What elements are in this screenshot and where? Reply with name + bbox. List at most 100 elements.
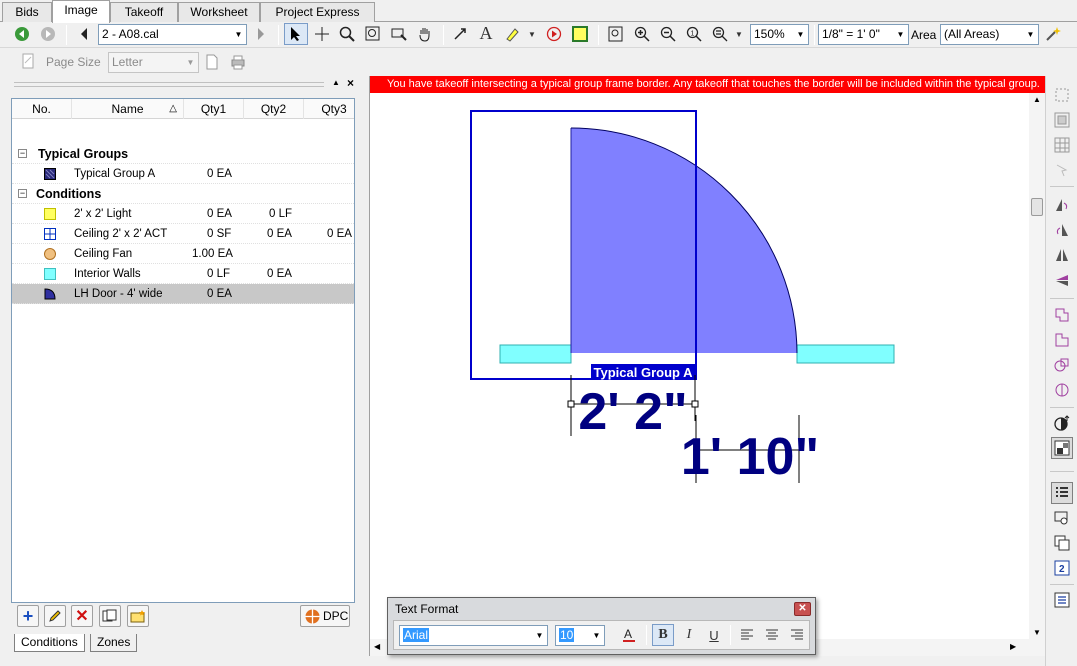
list-view-icon[interactable] [1051,482,1073,504]
underline-button[interactable]: U [704,625,724,645]
column-qty3[interactable]: Qty3 [304,99,364,119]
rotate-left-icon[interactable] [1051,194,1073,216]
table-row[interactable]: Interior Walls 0 LF 0 EA [12,264,354,284]
record-icon[interactable] [544,24,564,44]
pan-hand-icon[interactable] [415,24,435,44]
zoom-icon[interactable] [337,24,357,44]
table-row[interactable]: Ceiling Fan 1.00 EA [12,244,354,264]
zoom-actual-icon[interactable]: 1 [684,24,704,44]
table-row[interactable]: Ceiling 2' x 2' ACT 0 SF 0 EA 0 EA [12,224,354,244]
shape-merge-icon[interactable] [1051,379,1073,401]
area-fill-icon[interactable] [1051,109,1073,131]
shape-add-icon[interactable] [1051,304,1073,326]
forward-icon[interactable] [38,24,58,44]
highlighter-icon[interactable] [502,24,522,44]
magic-wand-icon[interactable] [1043,24,1063,44]
flip-vertical-icon[interactable] [1051,269,1073,291]
column-qty2[interactable]: Qty2 [244,99,304,119]
back-icon[interactable] [12,24,32,44]
page-setup-icon[interactable] [18,51,38,71]
scroll-thumb[interactable] [1031,198,1043,216]
add-condition-button[interactable]: + [17,605,39,627]
zoom-window-icon[interactable] [363,24,383,44]
overlay-icon[interactable] [1051,437,1073,459]
scale-select[interactable]: 1/8" = 1' 0" ▼ [818,24,909,45]
column-name[interactable]: Name △ [72,99,184,119]
close-icon[interactable]: × [344,77,357,90]
search-layer-icon[interactable] [1051,507,1073,529]
collapse-icon[interactable]: − [18,149,27,158]
scroll-right-icon[interactable]: ▶ [1010,642,1016,651]
crosshair-icon[interactable] [312,24,332,44]
bold-button[interactable]: B [652,624,674,646]
tab-takeoff[interactable]: Takeoff [110,2,178,22]
font-color-button[interactable]: A [619,625,639,645]
area-points-icon[interactable] [1051,84,1073,106]
scroll-left-icon[interactable]: ◀ [374,642,380,651]
scroll-down-icon[interactable]: ▼ [1033,628,1041,637]
shape-intersect-icon[interactable] [1051,354,1073,376]
tab-worksheet[interactable]: Worksheet [178,2,260,22]
column-qty1[interactable]: Qty1 [184,99,244,119]
next-page-icon[interactable] [251,24,271,44]
page-size-select[interactable]: Letter ▼ [108,52,199,73]
tab-zones[interactable]: Zones [90,634,138,652]
grid-icon[interactable] [1051,134,1073,156]
collapse-icon[interactable]: − [18,189,27,198]
vertical-scrollbar[interactable]: ▲ ▼ [1029,93,1046,656]
table-row[interactable]: Typical Group A 0 EA [12,164,354,184]
edit-condition-button[interactable] [44,605,66,627]
zoom-select[interactable]: 150% ▼ [750,24,809,45]
page-select[interactable]: 2 - A08.cal ▼ [98,24,247,45]
zoom-area-icon[interactable] [389,24,409,44]
panel-grip[interactable] [14,82,324,87]
tab-bids[interactable]: Bids [2,2,52,22]
copy-condition-button[interactable] [99,605,121,627]
delete-condition-button[interactable]: ✕ [71,605,93,627]
group-row-typical[interactable]: − Typical Groups [12,144,354,164]
dpc-button[interactable]: DPC [300,605,350,627]
new-page-icon[interactable] [202,52,222,72]
area-select[interactable]: (All Areas) ▼ [940,24,1039,45]
contrast-icon[interactable] [1051,412,1073,434]
layers-icon[interactable] [1051,532,1073,554]
properties-list-icon[interactable] [1051,589,1073,611]
annotation-select-icon[interactable] [450,24,470,44]
close-icon[interactable]: ✕ [794,602,811,616]
tab-image[interactable]: Image [52,0,110,23]
select-pointer-icon[interactable] [284,23,308,45]
zoom-fit-icon[interactable] [710,24,730,44]
previous-page-icon[interactable] [74,24,94,44]
cursor-area-icon[interactable] [1051,159,1073,181]
zoom-out-icon[interactable] [658,24,678,44]
table-row[interactable]: 2' x 2' Light 0 EA 0 LF [12,204,354,224]
font-select[interactable]: Arial ▼ [399,625,548,646]
rotate-right-icon[interactable] [1051,219,1073,241]
text-format-window[interactable]: Text Format ✕ Arial ▼ 10 ▼ A B I U [387,597,816,655]
chevron-down-icon[interactable]: ▼ [733,24,745,44]
new-folder-button[interactable] [127,605,149,627]
pin-icon[interactable]: ▲ [332,78,340,87]
tab-project-express[interactable]: Project Express [260,2,375,22]
zoom-page-icon[interactable] [606,24,626,44]
sticky-note-icon[interactable] [570,24,590,44]
column-no[interactable]: No. [12,99,72,119]
tab-conditions[interactable]: Conditions [14,634,85,652]
flip-horizontal-icon[interactable] [1051,244,1073,266]
group-row-conditions[interactable]: − Conditions [12,184,354,204]
scroll-up-icon[interactable]: ▲ [1033,95,1041,104]
table-row-selected[interactable]: LH Door - 4' wide 0 EA [12,284,354,304]
chevron-down-icon[interactable]: ▼ [526,24,538,44]
align-center-icon[interactable] [762,625,782,645]
printer-icon[interactable] [228,52,248,72]
drawing-canvas[interactable]: You have takeoff intersecting a typical … [369,76,1046,656]
text-tool-icon[interactable]: A [476,23,496,43]
zoom-in-icon[interactable] [632,24,652,44]
shape-subtract-icon[interactable] [1051,329,1073,351]
align-right-icon[interactable] [787,625,807,645]
align-left-icon[interactable] [737,625,757,645]
page-number-icon[interactable]: 2 [1051,557,1073,579]
italic-button[interactable]: I [679,625,699,645]
pencil-icon [49,610,61,622]
font-size-select[interactable]: 10 ▼ [555,625,605,646]
